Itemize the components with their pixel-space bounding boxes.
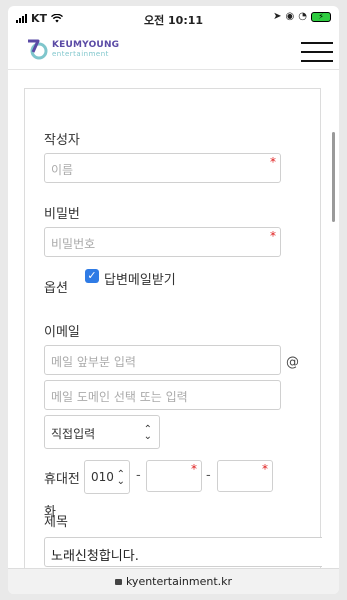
write-form: 작성자 이름 * 비밀번 비밀번호 * 옵션 ✓ 답변메일받기 이메일 메일 앞… [24, 88, 322, 578]
battery-icon: ⚡ [311, 11, 331, 22]
required-asterisk-icon: * [191, 462, 197, 476]
phone-middle-input[interactable]: * [146, 460, 202, 492]
subject-input[interactable]: 노래신청합니다. [44, 537, 322, 567]
email-local-placeholder: 메일 앞부분 입력 [51, 355, 136, 369]
menu-line-icon [301, 51, 333, 53]
phone-prefix-value: 010 [91, 470, 114, 484]
email-label: 이메일 [44, 325, 80, 340]
logo-subtitle: entertainment [52, 50, 109, 58]
phone-label: 휴대전 [44, 472, 80, 487]
select-chevron-icon: ⌃ ⌄ [143, 424, 152, 442]
phone-dash: - [136, 468, 141, 483]
site-logo[interactable]: KEUMYOUNG entertainment [26, 38, 119, 60]
lock-icon [114, 579, 122, 585]
orientation-lock-icon: ◉ [285, 11, 295, 22]
hamburger-menu-button[interactable] [301, 42, 333, 64]
email-domain-placeholder: 메일 도메인 선택 또는 입력 [51, 390, 188, 404]
email-domain-select[interactable]: 직접입력 ⌃ ⌄ [44, 415, 160, 449]
phone-screen: KT 오전 10:11 ➤ ◉ ◔ ⚡ KEUMYOUNG entertainm… [8, 6, 339, 594]
subject-label: 제목 [44, 515, 68, 530]
options-label: 옵션 [44, 281, 68, 296]
page-scrollbar[interactable] [332, 132, 335, 222]
url-display: kyentertainment.kr [8, 575, 339, 588]
required-asterisk-icon: * [270, 155, 276, 169]
password-input[interactable]: 비밀번호 * [44, 227, 281, 257]
required-asterisk-icon: * [262, 462, 268, 476]
browser-address-bar[interactable]: kyentertainment.kr [8, 568, 339, 594]
status-bar: KT 오전 10:11 ➤ ◉ ◔ ⚡ [8, 6, 339, 30]
check-icon: ✓ [87, 269, 97, 282]
location-icon: ➤ [273, 11, 282, 22]
menu-line-icon [301, 60, 333, 62]
email-domain-select-value: 직접입력 [51, 427, 96, 441]
subject-value: 노래신청합니다. [51, 549, 139, 564]
alarm-icon: ◔ [298, 11, 307, 22]
password-placeholder: 비밀번호 [51, 237, 96, 251]
phone-dash: - [206, 468, 211, 483]
logo-name: KEUMYOUNG [52, 40, 120, 50]
phone-prefix-select[interactable]: 010 ⌃ ⌄ [84, 460, 130, 494]
password-label: 비밀번 [44, 207, 80, 222]
status-right: ➤ ◉ ◔ ⚡ [273, 11, 331, 22]
required-asterisk-icon: * [270, 229, 276, 243]
email-domain-input[interactable]: 메일 도메인 선택 또는 입력 [44, 380, 281, 410]
reply-mail-label[interactable]: 답변메일받기 [104, 269, 176, 288]
logo-text: KEUMYOUNG entertainment [52, 40, 119, 58]
at-sign: @ [286, 355, 299, 370]
logo-mark-icon [28, 39, 48, 60]
phone-last-input[interactable]: * [217, 460, 273, 492]
url-text: kyentertainment.kr [125, 575, 233, 588]
select-chevron-icon: ⌃ ⌄ [116, 469, 125, 487]
menu-line-icon [301, 42, 333, 44]
reply-mail-checkbox[interactable]: ✓ [85, 269, 99, 283]
email-local-input[interactable]: 메일 앞부분 입력 [44, 345, 281, 375]
site-header: KEUMYOUNG entertainment [8, 30, 339, 70]
name-input[interactable]: 이름 * [44, 153, 281, 183]
author-label: 작성자 [44, 133, 80, 148]
name-placeholder: 이름 [51, 163, 74, 177]
